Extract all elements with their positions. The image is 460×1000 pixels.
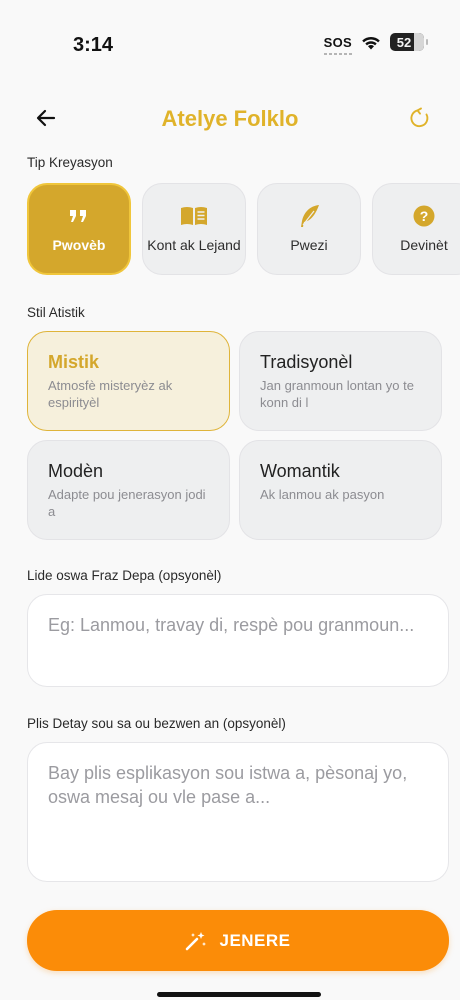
- idea-placeholder: Eg: Lanmou, travay di, respè pou granmou…: [48, 615, 415, 635]
- home-indicator: [157, 992, 321, 997]
- refresh-icon[interactable]: [408, 106, 432, 130]
- magic-wand-icon: [186, 931, 207, 950]
- type-label: Kont ak Lejand: [147, 237, 241, 253]
- style-card-moden[interactable]: Modèn Adapte pou jenerasyon jodi a: [27, 440, 230, 540]
- style-desc: Atmosfè misteryèz ak espirityèl: [48, 378, 173, 410]
- type-label: Devinèt: [400, 237, 448, 253]
- battery-icon: 52: [390, 33, 428, 51]
- generate-button[interactable]: JENERE: [27, 910, 449, 971]
- sos-indicator: SOS: [323, 34, 353, 55]
- status-time: 3:14: [73, 34, 114, 56]
- creation-type-list: Pwovèb Kont ak Lejand Pwezi ? Devinèt: [27, 183, 460, 275]
- style-title: Modèn: [48, 461, 104, 481]
- details-label: Plis Detay sou sa ou bezwen an (opsyonèl…: [27, 716, 286, 731]
- style-card-womantik[interactable]: Womantik Ak lanmou ak pasyon: [239, 440, 442, 540]
- style-card-mistik[interactable]: Mistik Atmosfè misteryèz ak espirityèl: [27, 331, 230, 431]
- style-desc: Ak lanmou ak pasyon: [260, 487, 385, 502]
- book-icon: [180, 205, 208, 227]
- style-card-tradisyonel[interactable]: Tradisyonèl Jan granmoun lontan yo te ko…: [239, 331, 442, 431]
- type-card-riddle[interactable]: ? Devinèt: [372, 183, 460, 275]
- feather-icon: [298, 205, 320, 227]
- style-desc: Jan granmoun lontan yo te konn di l: [260, 378, 414, 410]
- type-label: Pwezi: [290, 237, 328, 253]
- style-title: Tradisyonèl: [260, 352, 353, 372]
- battery-level: 52: [396, 34, 412, 50]
- type-card-poetry[interactable]: Pwezi: [257, 183, 361, 275]
- status-icons: SOS 52: [323, 33, 428, 55]
- artistic-style-label: Stil Atistik: [27, 305, 85, 320]
- creation-type-label: Tip Kreyasyon: [27, 155, 113, 170]
- idea-label: Lide oswa Fraz Depa (opsyonèl): [27, 568, 222, 583]
- page-title: Atelye Folklo: [161, 106, 299, 131]
- style-title: Womantik: [260, 461, 340, 481]
- style-desc: Adapte pou jenerasyon jodi a: [48, 487, 206, 519]
- quote-icon: [69, 205, 89, 227]
- wifi-icon: [362, 36, 380, 50]
- details-placeholder: Bay plis esplikasyon sou istwa a, pèsona…: [48, 763, 408, 807]
- header: Atelye Folklo: [0, 100, 460, 140]
- generate-label: JENERE: [219, 930, 291, 950]
- idea-input[interactable]: Eg: Lanmou, travay di, respè pou granmou…: [27, 594, 449, 687]
- question-circle-icon: ?: [413, 205, 435, 227]
- type-card-proverb[interactable]: Pwovèb: [27, 183, 131, 275]
- svg-text:?: ?: [420, 208, 429, 224]
- type-label: Pwovèb: [52, 237, 106, 253]
- style-title: Mistik: [48, 352, 100, 372]
- details-textarea[interactable]: Bay plis esplikasyon sou istwa a, pèsona…: [27, 742, 449, 882]
- type-card-tales[interactable]: Kont ak Lejand: [142, 183, 246, 275]
- status-bar: 3:14 SOS 52: [0, 0, 460, 80]
